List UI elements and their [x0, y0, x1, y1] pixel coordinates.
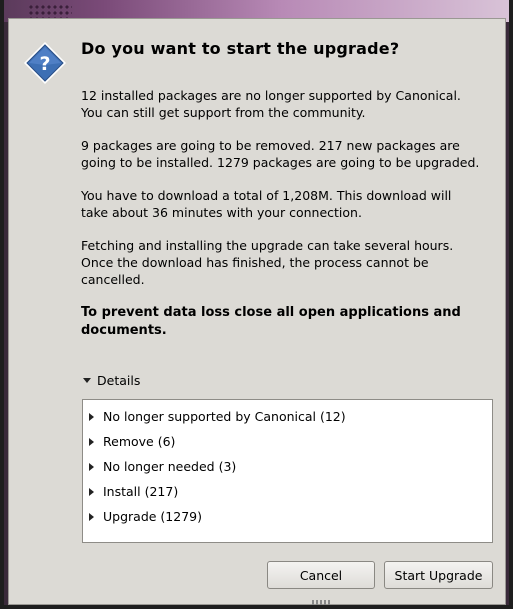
expand-arrow-icon[interactable] [89, 462, 94, 471]
expand-arrow-icon[interactable] [89, 487, 94, 496]
upgrade-dialog: ? Do you want to start the upgrade? 12 i… [8, 18, 506, 605]
start-upgrade-button[interactable]: Start Upgrade [384, 561, 493, 589]
data-loss-warning: To prevent data loss close all open appl… [81, 305, 461, 338]
expand-arrow-icon[interactable] [89, 437, 94, 446]
resize-grip[interactable] [312, 600, 330, 606]
tree-item-label: Upgrade (1279) [103, 509, 202, 524]
details-label: Details [97, 373, 141, 388]
expand-arrow-icon[interactable] [89, 412, 94, 421]
dialog-title: Do you want to start the upgrade? [81, 39, 400, 58]
tree-item-label: No longer supported by Canonical (12) [103, 409, 346, 424]
dialog-message: 12 installed packages are no longer supp… [81, 87, 481, 356]
tree-item-label: Install (217) [103, 484, 179, 499]
tree-item-label: No longer needed (3) [103, 459, 237, 474]
tree-item-unsupported[interactable]: No longer supported by Canonical (12) [83, 404, 492, 429]
expander-arrow-down-icon [83, 378, 91, 383]
details-tree[interactable]: No longer supported by Canonical (12) Re… [82, 399, 493, 543]
message-package-changes: 9 packages are going to be removed. 217 … [81, 138, 480, 170]
cancel-button[interactable]: Cancel [267, 561, 375, 589]
details-expander[interactable]: Details [83, 373, 140, 388]
question-icon: ? [23, 41, 67, 85]
message-download-size: You have to download a total of 1,208M. … [81, 188, 452, 220]
tree-item-install[interactable]: Install (217) [83, 479, 492, 504]
tree-item-label: Remove (6) [103, 434, 176, 449]
message-duration: Fetching and installing the upgrade can … [81, 238, 454, 287]
tree-item-no-longer-needed[interactable]: No longer needed (3) [83, 454, 492, 479]
svg-text:?: ? [39, 53, 50, 75]
message-unsupported: 12 installed packages are no longer supp… [81, 88, 461, 120]
expand-arrow-icon[interactable] [89, 512, 94, 521]
tree-item-upgrade[interactable]: Upgrade (1279) [83, 504, 492, 529]
tree-item-remove[interactable]: Remove (6) [83, 429, 492, 454]
